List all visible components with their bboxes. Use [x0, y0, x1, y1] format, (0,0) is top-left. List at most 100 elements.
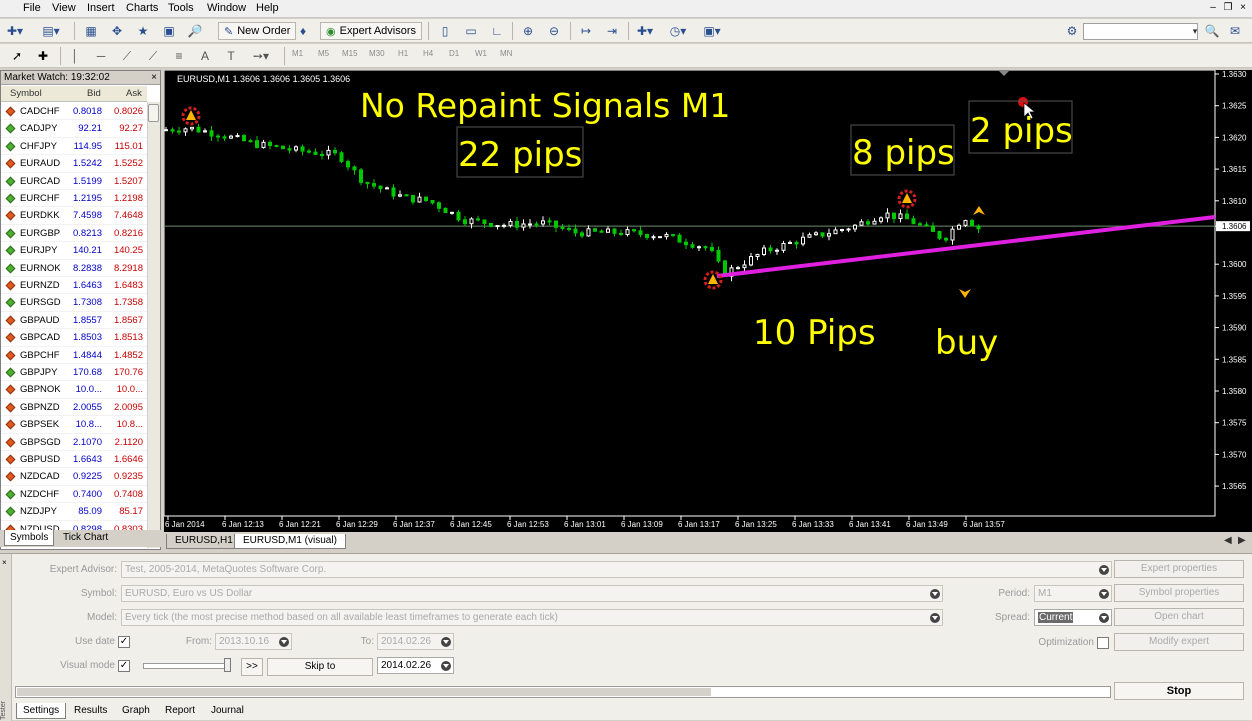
- market-watch-row[interactable]: NZDCHF 0.7400 0.7408: [1, 486, 147, 504]
- menu-insert[interactable]: Insert: [87, 2, 115, 14]
- horizontal-line-icon[interactable]: ─: [92, 47, 110, 65]
- market-watch-row[interactable]: EURJPY 140.21 140.25: [1, 242, 147, 260]
- market-watch-row[interactable]: GBPJPY 170.68 170.76: [1, 364, 147, 382]
- market-watch-row[interactable]: EURCHF 1.2195 1.2198: [1, 190, 147, 208]
- close-icon[interactable]: ×: [1236, 2, 1250, 15]
- market-watch-row[interactable]: EURCAD 1.5199 1.5207: [1, 173, 147, 190]
- price-chart[interactable]: 1.3630 1.3625 1.3620 1.3615 1.3610 1.3606 1.36…: [164, 70, 1252, 532]
- market-watch-row[interactable]: CADCHF 0.8018 0.8026: [1, 103, 147, 121]
- speed-slider[interactable]: [143, 663, 231, 669]
- menu-tools[interactable]: Tools: [168, 2, 194, 14]
- timeframe-m1[interactable]: M1: [292, 49, 303, 58]
- stop-button[interactable]: Stop: [1114, 682, 1244, 700]
- line-chart-icon[interactable]: ∟: [488, 22, 506, 40]
- market-watch-row[interactable]: EURDKK 7.4598 7.4648: [1, 207, 147, 225]
- menu-charts[interactable]: Charts: [126, 2, 158, 14]
- chevron-down-icon[interactable]: [1099, 589, 1109, 599]
- menu-view[interactable]: View: [52, 2, 76, 14]
- chevron-down-icon[interactable]: [1099, 613, 1109, 623]
- timeframe-m30[interactable]: M30: [369, 49, 385, 58]
- arrows-icon[interactable]: ➙▾: [252, 47, 270, 65]
- tab-report[interactable]: Report: [159, 703, 201, 719]
- new-order-button[interactable]: ✎ New Order: [218, 22, 297, 40]
- menu-help[interactable]: Help: [256, 2, 279, 14]
- tester-icon[interactable]: 🔎: [186, 22, 204, 40]
- market-watch-scrollbar[interactable]: [147, 102, 160, 548]
- settings-gear-icon[interactable]: ⚙: [1063, 22, 1081, 40]
- search-icon[interactable]: 🔍: [1203, 22, 1221, 40]
- market-watch-row[interactable]: CHFJPY 114.95 115.01: [1, 138, 147, 156]
- visual-mode-checkbox[interactable]: ✓: [118, 660, 130, 672]
- tab-tick-chart[interactable]: Tick Chart: [58, 530, 113, 546]
- market-watch-row[interactable]: GBPCHF 1.4844 1.4852: [1, 347, 147, 364]
- market-watch-row[interactable]: EURGBP 0.8213 0.8216: [1, 225, 147, 243]
- market-watch-row[interactable]: GBPNZD 2.0055 2.0095: [1, 399, 147, 417]
- navigator-icon[interactable]: ✥: [108, 22, 126, 40]
- chart-shift-icon[interactable]: ⇥: [603, 22, 621, 40]
- search-input[interactable]: [1083, 23, 1198, 40]
- timeframe-mn[interactable]: MN: [500, 49, 512, 58]
- terminal-icon[interactable]: ▣: [160, 22, 178, 40]
- restore-icon[interactable]: ❐: [1221, 2, 1235, 15]
- menu-file[interactable]: File: [23, 2, 41, 14]
- market-watch-row[interactable]: EURSGD 1.7308 1.7358: [1, 294, 147, 312]
- market-watch-row[interactable]: EURAUD 1.5242 1.5252: [1, 155, 147, 173]
- market-watch-row[interactable]: CADJPY 92.21 92.27: [1, 120, 147, 138]
- column-bid[interactable]: Bid: [87, 88, 101, 99]
- fibonacci-icon[interactable]: ≡: [170, 47, 188, 65]
- expert-advisors-button[interactable]: ◉ Expert Advisors: [320, 22, 423, 40]
- channel-icon[interactable]: ⟋: [144, 47, 162, 65]
- cursor-icon[interactable]: ➚: [8, 47, 26, 65]
- optimization-checkbox[interactable]: [1097, 637, 1109, 649]
- auto-scroll-icon[interactable]: ↦: [577, 22, 595, 40]
- tab-eurusd-m1-visual[interactable]: EURUSD,M1 (visual): [234, 534, 346, 549]
- expert-advisor-select[interactable]: Test, 2005-2014, MetaQuotes Software Cor…: [121, 561, 1112, 578]
- timeframe-h1[interactable]: H1: [398, 49, 408, 58]
- column-symbol[interactable]: Symbol: [10, 88, 42, 99]
- market-watch-row[interactable]: GBPNOK 10.0... 10.0...: [1, 381, 147, 399]
- zoom-in-icon[interactable]: ⊕: [519, 22, 537, 40]
- timeframe-w1[interactable]: W1: [475, 49, 487, 58]
- trendline-icon[interactable]: ⟋: [118, 47, 136, 65]
- tab-scroll-right-icon[interactable]: ▶: [1238, 535, 1246, 546]
- zoom-out-icon[interactable]: ⊖: [545, 22, 563, 40]
- tab-symbols[interactable]: Symbols: [4, 530, 55, 546]
- close-icon[interactable]: ×: [149, 72, 159, 83]
- speed-slider-thumb[interactable]: [224, 658, 231, 672]
- skip-to-button[interactable]: Skip to: [267, 658, 373, 676]
- bar-chart-icon[interactable]: ▯: [436, 22, 454, 40]
- close-icon[interactable]: ×: [2, 558, 7, 567]
- market-watch-row[interactable]: EURNOK 8.2838 8.2918: [1, 260, 147, 277]
- model-select[interactable]: Every tick (the most precise method base…: [121, 609, 943, 626]
- timeframe-d1[interactable]: D1: [449, 49, 459, 58]
- menu-window[interactable]: Window: [207, 2, 246, 14]
- use-date-checkbox[interactable]: ✓: [118, 636, 130, 648]
- symbol-select[interactable]: EURUSD, Euro vs US Dollar: [121, 585, 943, 602]
- minimize-icon[interactable]: –: [1206, 2, 1220, 15]
- indicators-icon[interactable]: ✚▾: [636, 22, 654, 40]
- scrollbar-thumb[interactable]: [148, 104, 159, 122]
- market-watch-row[interactable]: NZDCAD 0.9225 0.9235: [1, 468, 147, 486]
- chat-icon[interactable]: ✉: [1226, 22, 1244, 40]
- text-label-icon[interactable]: T: [222, 47, 240, 65]
- market-watch-row[interactable]: GBPCAD 1.8503 1.8513: [1, 329, 147, 347]
- timeframe-h4[interactable]: H4: [423, 49, 433, 58]
- tab-results[interactable]: Results: [68, 703, 113, 719]
- market-watch-row[interactable]: GBPUSD 1.6643 1.6646: [1, 451, 147, 469]
- market-watch-row[interactable]: EURNZD 1.6463 1.6483: [1, 277, 147, 295]
- chevron-down-icon[interactable]: [930, 613, 940, 623]
- column-ask[interactable]: Ask: [126, 88, 142, 99]
- metaeditor-icon[interactable]: ♦: [294, 22, 312, 40]
- tab-journal[interactable]: Journal: [205, 703, 250, 719]
- profiles-icon[interactable]: ▤▾: [42, 22, 60, 40]
- tab-graph[interactable]: Graph: [116, 703, 156, 719]
- crosshair-icon[interactable]: ✚: [34, 47, 52, 65]
- vertical-line-icon[interactable]: │: [66, 47, 84, 65]
- search-dropdown-icon[interactable]: ▾: [1186, 22, 1204, 40]
- chevron-down-icon[interactable]: [279, 637, 289, 647]
- chevron-down-icon[interactable]: [1099, 565, 1109, 575]
- chevron-down-icon[interactable]: [441, 661, 451, 671]
- market-watch-row[interactable]: GBPAUD 1.8557 1.8567: [1, 312, 147, 330]
- text-icon[interactable]: A: [196, 47, 214, 65]
- timeframe-m15[interactable]: M15: [342, 49, 358, 58]
